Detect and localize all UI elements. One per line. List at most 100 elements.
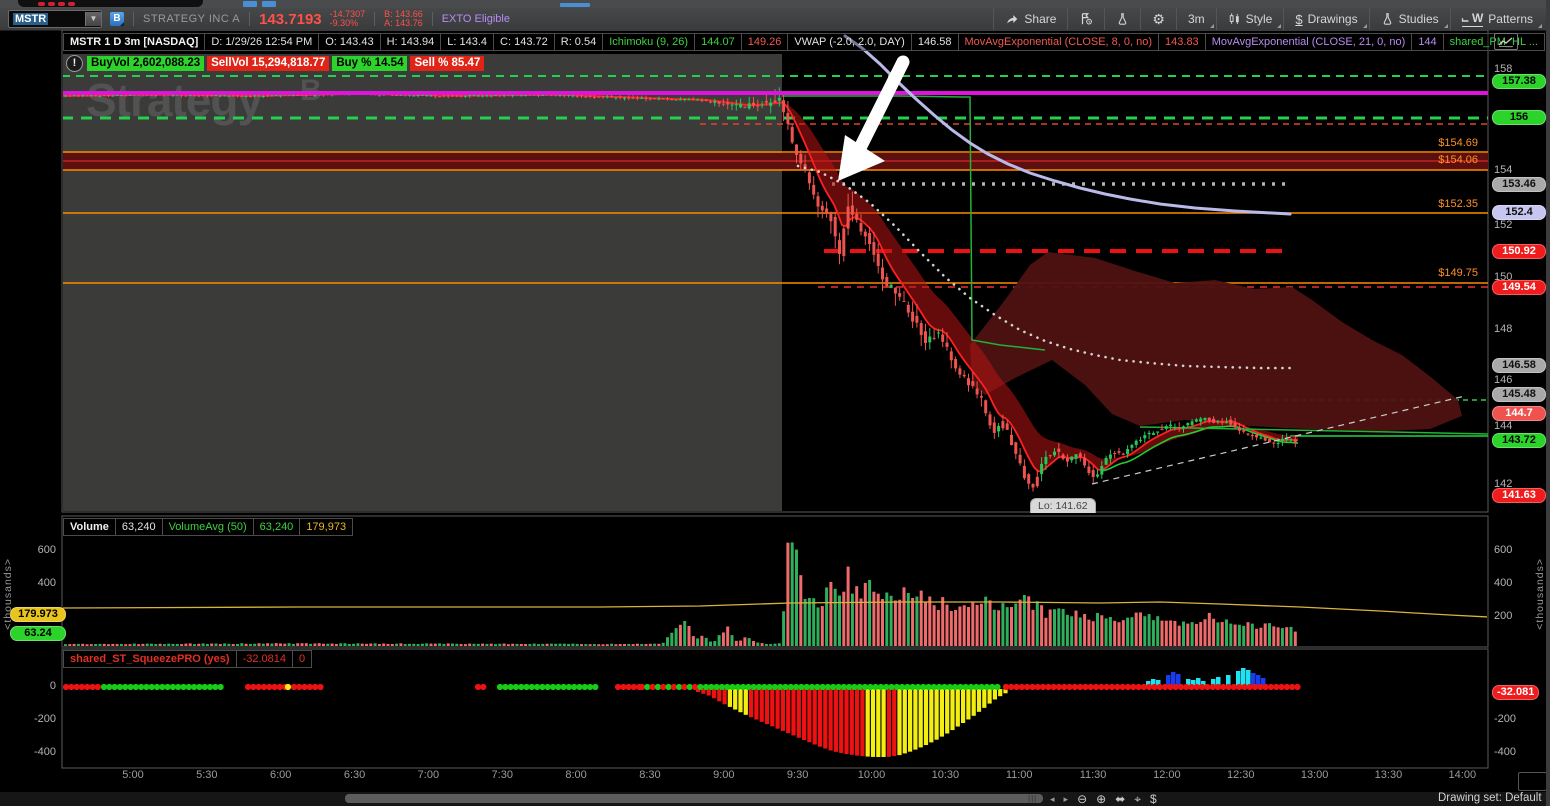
volume-header-label[interactable]: 63,240 — [116, 518, 163, 536]
study-label[interactable]: MovAvgExponential (CLOSE, 21, 0, no) — [1206, 33, 1413, 51]
crosshair-icon[interactable]: ⌖ — [1134, 792, 1141, 806]
patterns-button[interactable]: ⨽ WPatterns — [1450, 8, 1544, 30]
flask-icon — [1116, 12, 1129, 26]
timeframe-button[interactable]: 3m — [1176, 8, 1216, 30]
time-axis-label: 6:00 — [270, 769, 291, 781]
study-label[interactable]: R: 0.54 — [555, 33, 603, 51]
timeline-settings-button[interactable] — [1518, 772, 1547, 791]
quick-study-button[interactable] — [1104, 8, 1140, 30]
zoom-in-icon[interactable]: ⊕ — [1096, 792, 1106, 806]
squeeze-axis-bubble: -32.081 — [1492, 685, 1539, 700]
dropdown-corner-icon — [1210, 24, 1214, 28]
price-axis-bubble: 156 — [1492, 110, 1546, 125]
squeeze-axis-tick: 0 — [0, 680, 56, 692]
ticker-dot — [58, 2, 65, 6]
arrow-annotation[interactable] — [861, 62, 903, 146]
symbol-dropdown-arrow[interactable]: ▼ — [85, 12, 101, 26]
separator — [374, 12, 375, 26]
button-label: 3m — [1188, 12, 1205, 26]
volume-axis-tick: 200 — [1494, 610, 1512, 622]
dropdown-corner-icon — [1277, 24, 1281, 28]
dollar-icon: $ — [1295, 12, 1302, 27]
button-label: Studies — [1399, 12, 1439, 26]
volume-axis-bubble: 63.24 — [10, 626, 66, 641]
chart-horizontal-scrollbar[interactable]: ||| — [345, 794, 1043, 803]
decor — [560, 3, 590, 7]
price-axis-tick: 148 — [1494, 323, 1512, 335]
time-axis-label: 7:00 — [418, 769, 439, 781]
price-axis-tick: 152 — [1494, 219, 1512, 231]
price-axis-bubble: 149.54 — [1492, 280, 1546, 295]
price-level-label: $154.69 — [1328, 137, 1478, 149]
pane-maximize-icon[interactable] — [1494, 33, 1518, 50]
button-label: Share — [1024, 12, 1056, 26]
price-axis-bubble: 143.72 — [1492, 433, 1546, 448]
expand-horizontal-icon[interactable]: ⬌ — [1115, 792, 1125, 806]
button-label: Drawings — [1308, 12, 1358, 26]
studies-button[interactable]: Studies — [1369, 8, 1450, 30]
study-label[interactable]: L: 143.4 — [441, 33, 494, 51]
dollar-axis-icon[interactable]: $ — [1150, 792, 1157, 806]
price-axis-bubble: 141.63 — [1492, 488, 1546, 503]
separator — [133, 12, 134, 26]
symbol-text[interactable]: MSTR — [13, 13, 48, 25]
volume-header-label[interactable]: 63,240 — [254, 518, 301, 536]
study-label[interactable]: O: 143.43 — [319, 33, 380, 51]
squeeze-axis-tick: -200 — [1494, 713, 1516, 725]
study-label[interactable]: 146.58 — [912, 33, 959, 51]
separator — [249, 12, 250, 26]
zoom-out-icon[interactable]: ⊖ — [1077, 792, 1087, 806]
study-header-row: MSTR 1 D 3m [NASDAQ]D: 1/29/26 12:54 PMO… — [63, 33, 1545, 51]
symbol-input[interactable]: MSTR ▼ — [8, 10, 102, 28]
volume-header-label[interactable]: 179,973 — [300, 518, 353, 536]
ticker-dot — [68, 2, 75, 6]
separator — [432, 12, 433, 26]
style-button[interactable]: Style — [1216, 8, 1284, 30]
background-ticker — [18, 0, 203, 7]
squeeze-header-label[interactable]: shared_ST_SqueezePRO (yes) — [63, 650, 237, 668]
scrollbar-grip[interactable]: ||| — [1028, 796, 1037, 801]
price-level-label: $154.06 — [1328, 154, 1478, 166]
scroll-left-icon[interactable]: ◂ — [1050, 794, 1055, 805]
study-label[interactable]: 144.07 — [695, 33, 742, 51]
price-axis-tick: 154 — [1494, 164, 1512, 176]
settings-button[interactable]: ⚙ — [1140, 8, 1176, 30]
scroll-right-icon[interactable]: ▸ — [1064, 794, 1069, 805]
study-label[interactable]: MSTR 1 D 3m [NASDAQ] — [63, 33, 205, 51]
study-label[interactable]: 144 — [1412, 33, 1443, 51]
main-pane-graphics: StrategyB — [62, 36, 1488, 511]
volume-header-label[interactable]: Volume — [63, 518, 116, 536]
study-label[interactable]: Ichimoku (9, 26) — [603, 33, 695, 51]
price-level-label: $152.35 — [1328, 198, 1478, 210]
main-toolbar: MSTR ▼ B STRATEGY INC A 143.7193 -14.730… — [0, 8, 1550, 31]
price-axis-bubble: 152.4 — [1492, 205, 1546, 220]
study-label[interactable]: H: 143.94 — [381, 33, 442, 51]
volume-stat-badge: Sell % 85.47 — [410, 56, 484, 71]
drawings-button[interactable]: $ Drawings — [1283, 8, 1368, 30]
study-label[interactable]: 143.83 — [1159, 33, 1206, 51]
time-axis-label: 8:30 — [639, 769, 660, 781]
squeeze-pane-graphics — [63, 668, 1301, 757]
symbol-group: MSTR ▼ B STRATEGY INC A 143.7193 -14.730… — [0, 8, 510, 30]
squeeze-header-label[interactable]: -32.0814 — [237, 650, 293, 668]
patterns-icon: ⨽ W — [1462, 11, 1484, 27]
drawing-set-label[interactable]: Drawing set: Default — [1438, 792, 1542, 804]
share-button[interactable]: Share — [993, 8, 1067, 30]
volume-header-label[interactable]: VolumeAvg (50) — [163, 518, 254, 536]
study-label[interactable]: VWAP (-2.0, 2.0, DAY) — [788, 33, 911, 51]
study-label[interactable]: MovAvgExponential (CLOSE, 8, 0, no) — [959, 33, 1160, 51]
price-axis-bubble: 145.48 — [1492, 387, 1546, 402]
chart-area[interactable]: StrategyBMSTR 1 D 3m [NASDAQ]D: 1/29/26 … — [0, 30, 1550, 792]
study-label[interactable]: C: 143.72 — [494, 33, 555, 51]
squeeze-header-label[interactable]: 0 — [293, 650, 312, 668]
batch-badge[interactable]: B — [110, 12, 124, 26]
squeeze-header-row: shared_ST_SqueezePRO (yes)-32.08140 — [63, 650, 312, 668]
study-label[interactable]: D: 1/29/26 12:54 PM — [205, 33, 319, 51]
time-axis-label: 13:30 — [1375, 769, 1403, 781]
volume-axis-tick: 600 — [1494, 544, 1512, 556]
price-axis-bubble: 153.46 — [1492, 177, 1546, 192]
volume-axis-bubble: 179.973 — [10, 607, 66, 622]
price-chart-canvas[interactable]: StrategyB — [0, 30, 1550, 792]
study-label[interactable]: 149.26 — [742, 33, 789, 51]
report-button[interactable] — [1067, 8, 1104, 30]
